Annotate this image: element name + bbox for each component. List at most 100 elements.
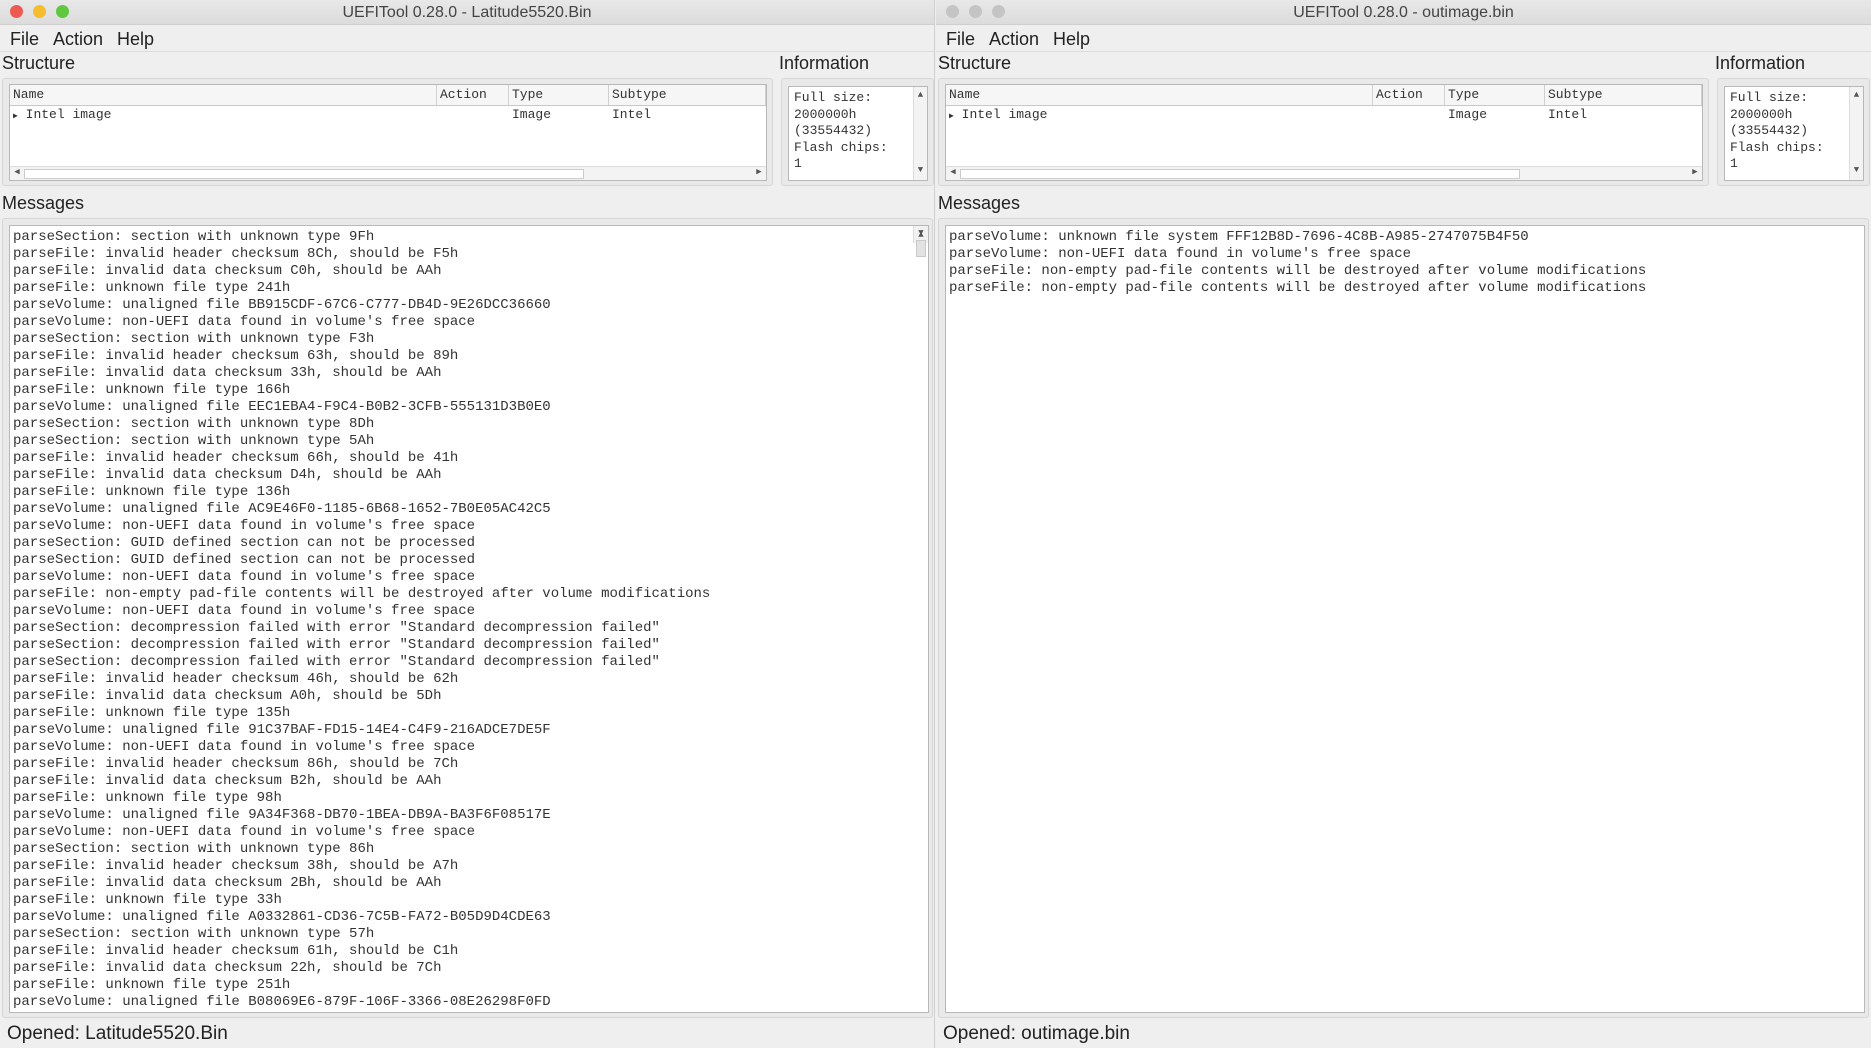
message-line[interactable]: parseVolume: non-UEFI data found in volu… xyxy=(13,603,928,620)
scroll-down-icon[interactable]: ▼ xyxy=(914,226,928,242)
structure-tree[interactable]: Name Action Type Subtype ▶ Intel image I… xyxy=(945,84,1703,181)
message-line[interactable]: parseSection: decompression failed with … xyxy=(13,654,928,671)
message-line[interactable]: parseSection: section with unknown type … xyxy=(13,926,928,943)
message-line[interactable]: parseSection: GUID defined section can n… xyxy=(13,552,928,569)
message-line[interactable]: parseFile: invalid data checksum D4h, sh… xyxy=(13,467,928,484)
message-line[interactable]: parseFile: invalid header checksum 38h, … xyxy=(13,858,928,875)
message-line[interactable]: parseFile: invalid data checksum B2h, sh… xyxy=(13,773,928,790)
structure-tree[interactable]: Name Action Type Subtype ▶ Intel image I… xyxy=(9,84,767,181)
message-line[interactable]: parseVolume: non-UEFI data found in volu… xyxy=(13,518,928,535)
tree-row[interactable]: ▶ Intel image Image Intel xyxy=(10,106,766,124)
messages-list[interactable]: parseVolume: unknown file system FFF12B8… xyxy=(945,225,1865,1013)
menu-help[interactable]: Help xyxy=(1053,26,1090,51)
close-window-button[interactable] xyxy=(946,5,959,18)
scrollbar-thumb[interactable] xyxy=(24,169,584,179)
message-line[interactable]: parseFile: invalid header checksum 46h, … xyxy=(13,671,928,688)
message-line[interactable]: parseFile: invalid data checksum 22h, sh… xyxy=(13,960,928,977)
column-name[interactable]: Name xyxy=(10,85,437,105)
message-line[interactable]: parseFile: invalid data checksum A0h, sh… xyxy=(13,688,928,705)
message-line[interactable]: parseFile: unknown file type 241h xyxy=(13,280,928,297)
message-line[interactable]: parseVolume: non-UEFI data found in volu… xyxy=(13,314,928,331)
message-line[interactable]: parseSection: GUID defined section can n… xyxy=(13,535,928,552)
message-line[interactable]: parseVolume: non-UEFI data found in volu… xyxy=(949,246,1864,263)
message-line[interactable]: parseFile: unknown file type 33h xyxy=(13,892,928,909)
message-line[interactable]: parseSection: decompression failed with … xyxy=(13,637,928,654)
message-line[interactable]: parseVolume: unaligned file 9A34F368-DB7… xyxy=(13,807,928,824)
message-line[interactable]: parseVolume: unaligned file AC9E46F0-118… xyxy=(13,501,928,518)
message-line[interactable]: parseFile: unknown file type 98h xyxy=(13,790,928,807)
expand-arrow-icon[interactable]: ▶ xyxy=(13,112,18,121)
scrollbar-thumb[interactable] xyxy=(916,240,926,257)
message-line[interactable]: parseFile: invalid header checksum 8Ch, … xyxy=(13,246,928,263)
message-line[interactable]: parseFile: invalid header checksum 63h, … xyxy=(13,348,928,365)
information-label: Information xyxy=(779,53,870,73)
message-line[interactable]: parseFile: non-empty pad-file contents w… xyxy=(13,586,928,603)
message-line[interactable]: parseVolume: non-UEFI data found in volu… xyxy=(13,569,928,586)
menu-file[interactable]: File xyxy=(10,26,39,51)
message-line[interactable]: parseFile: invalid data checksum 2Bh, sh… xyxy=(13,875,928,892)
message-line[interactable]: parseFile: invalid header checksum 66h, … xyxy=(13,450,928,467)
column-action[interactable]: Action xyxy=(1373,85,1445,105)
message-line[interactable]: parseVolume: unaligned file A0332861-CD3… xyxy=(13,909,928,926)
status-bar-text: Opened: Latitude5520.Bin xyxy=(7,1023,228,1044)
maximize-window-button[interactable] xyxy=(992,5,1005,18)
info-scrollbar[interactable]: ▲ ▼ xyxy=(1849,87,1863,180)
menu-action[interactable]: Action xyxy=(53,26,103,51)
message-line[interactable]: parseFile: non-empty pad-file contents w… xyxy=(949,263,1864,280)
scroll-right-icon[interactable]: ▶ xyxy=(752,167,766,177)
tree-header: Name Action Type Subtype xyxy=(10,85,766,106)
maximize-window-button[interactable] xyxy=(56,5,69,18)
message-line[interactable]: parseVolume: non-UEFI data found in volu… xyxy=(13,824,928,841)
message-line[interactable]: parseSection: section with unknown type … xyxy=(13,229,928,246)
column-type[interactable]: Type xyxy=(1445,85,1545,105)
column-type[interactable]: Type xyxy=(509,85,609,105)
column-subtype[interactable]: Subtype xyxy=(1545,85,1702,105)
scrollbar-thumb[interactable] xyxy=(960,169,1520,179)
scroll-left-icon[interactable]: ◀ xyxy=(946,167,960,177)
message-line[interactable]: parseSection: decompression failed with … xyxy=(13,620,928,637)
horizontal-scrollbar[interactable]: ◀ ▶ xyxy=(10,166,766,180)
message-line[interactable]: parseFile: unknown file type 135h xyxy=(13,705,928,722)
minimize-window-button[interactable] xyxy=(969,5,982,18)
tree-row[interactable]: ▶ Intel image Image Intel xyxy=(946,106,1702,124)
messages-list[interactable]: parseSection: section with unknown type … xyxy=(9,225,929,1013)
column-name[interactable]: Name xyxy=(946,85,1373,105)
info-scrollbar[interactable]: ▲ ▼ xyxy=(913,87,927,180)
message-line[interactable]: parseSection: section with unknown type … xyxy=(13,331,928,348)
column-subtype[interactable]: Subtype xyxy=(609,85,766,105)
message-line[interactable]: parseFile: invalid header checksum 61h, … xyxy=(13,943,928,960)
scroll-up-icon: ▲ xyxy=(1853,90,1860,100)
scroll-right-icon[interactable]: ▶ xyxy=(1688,167,1702,177)
information-text: Full size: 2000000h (33554432) Flash chips:… xyxy=(1724,86,1864,181)
column-action[interactable]: Action xyxy=(437,85,509,105)
message-line[interactable]: parseSection: section with unknown type … xyxy=(13,433,928,450)
menu-help[interactable]: Help xyxy=(117,26,154,51)
messages-label: Messages xyxy=(2,193,85,213)
minimize-window-button[interactable] xyxy=(33,5,46,18)
close-window-button[interactable] xyxy=(10,5,23,18)
message-line[interactable]: parseFile: invalid data checksum C0h, sh… xyxy=(13,263,928,280)
window-title: UEFITool 0.28.0 - Latitude5520.Bin xyxy=(342,4,592,21)
scroll-left-icon[interactable]: ◀ xyxy=(10,167,24,177)
menu-action[interactable]: Action xyxy=(989,26,1039,51)
structure-label: Structure xyxy=(938,53,1012,73)
scroll-down-icon: ▼ xyxy=(1853,164,1860,175)
message-line[interactable]: parseFile: non-empty pad-file contents w… xyxy=(949,280,1864,297)
messages-scrollbar[interactable]: ▲ ▼ xyxy=(913,226,928,257)
message-line[interactable]: parseVolume: unaligned file BB915CDF-67C… xyxy=(13,297,928,314)
message-line[interactable]: parseFile: unknown file type 136h xyxy=(13,484,928,501)
message-line[interactable]: parseFile: unknown file type 251h xyxy=(13,977,928,994)
message-line[interactable]: parseFile: unknown file type 166h xyxy=(13,382,928,399)
message-line[interactable]: parseVolume: unaligned file B08069E6-879… xyxy=(13,994,928,1011)
message-line[interactable]: parseFile: invalid header checksum 86h, … xyxy=(13,756,928,773)
message-line[interactable]: parseVolume: unaligned file EEC1EBA4-F9C… xyxy=(13,399,928,416)
message-line[interactable]: parseSection: section with unknown type … xyxy=(13,841,928,858)
message-line[interactable]: parseSection: section with unknown type … xyxy=(13,416,928,433)
message-line[interactable]: parseVolume: unaligned file 91C37BAF-FD1… xyxy=(13,722,928,739)
message-line[interactable]: parseFile: invalid data checksum 33h, sh… xyxy=(13,365,928,382)
expand-arrow-icon[interactable]: ▶ xyxy=(949,112,954,121)
horizontal-scrollbar[interactable]: ◀ ▶ xyxy=(946,166,1702,180)
menu-file[interactable]: File xyxy=(946,26,975,51)
message-line[interactable]: parseVolume: unknown file system FFF12B8… xyxy=(949,229,1864,246)
message-line[interactable]: parseVolume: non-UEFI data found in volu… xyxy=(13,739,928,756)
